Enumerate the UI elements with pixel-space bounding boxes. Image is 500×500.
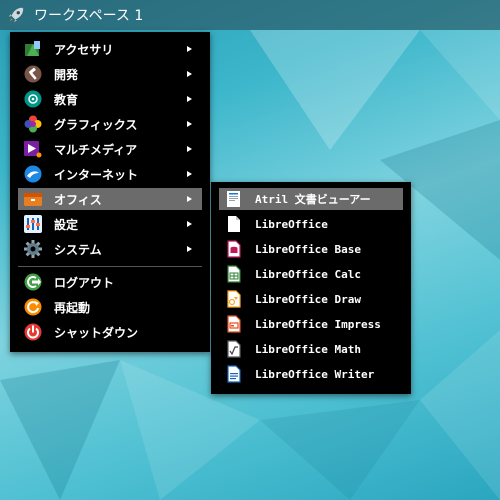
application-menu: アクセサリ 開発 教育 グラフィックス マルチメディア インターネット オフィス… (10, 32, 210, 352)
graphics-icon (24, 115, 42, 133)
libreoffice-impress-icon (227, 315, 241, 333)
menu-item-accessories[interactable]: アクセサリ (18, 38, 202, 60)
submenu-item-libreoffice-draw[interactable]: LibreOffice Draw (219, 288, 403, 310)
submenu-arrow-icon (187, 221, 192, 227)
libreoffice-math-icon (227, 340, 241, 358)
education-icon (24, 90, 42, 108)
office-submenu: Atril 文書ビューアー LibreOffice LibreOffice Ba… (211, 182, 411, 394)
submenu-item-atril[interactable]: Atril 文書ビューアー (219, 188, 403, 210)
libreoffice-draw-icon (227, 290, 241, 308)
submenu-item-libreoffice-math[interactable]: LibreOffice Math (219, 338, 403, 360)
submenu-item-label: LibreOffice Writer (255, 367, 375, 381)
settings-icon (24, 215, 42, 233)
development-icon (24, 65, 42, 83)
submenu-item-label: LibreOffice Impress (255, 317, 381, 331)
restart-icon (24, 298, 42, 316)
submenu-arrow-icon (187, 196, 192, 202)
libreoffice-calc-icon (227, 265, 241, 283)
libreoffice-base-icon (227, 240, 241, 258)
submenu-item-libreoffice-calc[interactable]: LibreOffice Calc (219, 263, 403, 285)
menu-item-development[interactable]: 開発 (18, 63, 202, 85)
internet-icon (24, 165, 42, 183)
logout-icon (24, 273, 42, 291)
menu-item-label: 開発 (54, 67, 79, 82)
menu-item-label: ログアウト (54, 275, 115, 290)
rocket-icon[interactable] (7, 6, 25, 24)
menu-item-label: 教育 (54, 92, 79, 107)
submenu-item-label: LibreOffice (255, 217, 328, 231)
submenu-item-label: LibreOffice Math (255, 342, 361, 356)
menu-item-shutdown[interactable]: シャットダウン (18, 321, 202, 343)
menu-item-office[interactable]: オフィス (18, 188, 202, 210)
libreoffice-writer-icon (227, 365, 241, 383)
menu-item-system[interactable]: システム (18, 238, 202, 260)
menu-item-label: 設定 (54, 217, 79, 232)
accessories-icon (25, 41, 40, 56)
submenu-arrow-icon (187, 96, 192, 102)
menu-item-settings[interactable]: 設定 (18, 213, 202, 235)
menu-separator (18, 266, 202, 267)
power-icon (24, 323, 42, 341)
menu-item-logout[interactable]: ログアウト (18, 271, 202, 293)
menu-item-restart[interactable]: 再起動 (18, 296, 202, 318)
submenu-arrow-icon (187, 246, 192, 252)
submenu-item-label: Atril 文書ビューアー (255, 193, 371, 206)
workspace-label[interactable]: ワークスペース 1 (34, 5, 143, 25)
submenu-arrow-icon (187, 71, 192, 77)
menu-item-label: シャットダウン (54, 325, 139, 340)
submenu-item-libreoffice[interactable]: LibreOffice (219, 213, 403, 235)
office-icon (24, 193, 42, 206)
menu-item-label: 再起動 (54, 300, 91, 315)
submenu-item-libreoffice-base[interactable]: LibreOffice Base (219, 238, 403, 260)
menu-item-multimedia[interactable]: マルチメディア (18, 138, 202, 160)
top-panel: ワークスペース 1 (0, 0, 500, 30)
submenu-item-label: LibreOffice Calc (255, 267, 361, 281)
document-viewer-icon (227, 191, 240, 207)
menu-item-internet[interactable]: インターネット (18, 163, 202, 185)
submenu-item-libreoffice-writer[interactable]: LibreOffice Writer (219, 363, 403, 385)
menu-item-graphics[interactable]: グラフィックス (18, 113, 202, 135)
menu-item-label: マルチメディア (54, 142, 138, 157)
menu-item-label: オフィス (54, 192, 102, 207)
submenu-arrow-icon (187, 171, 192, 177)
submenu-arrow-icon (187, 146, 192, 152)
gear-icon (24, 240, 42, 258)
menu-item-label: インターネット (54, 167, 139, 182)
submenu-item-libreoffice-impress[interactable]: LibreOffice Impress (219, 313, 403, 335)
submenu-item-label: LibreOffice Base (255, 242, 361, 256)
submenu-item-label: LibreOffice Draw (255, 292, 361, 306)
multimedia-icon (24, 141, 42, 158)
menu-item-education[interactable]: 教育 (18, 88, 202, 110)
submenu-arrow-icon (187, 121, 192, 127)
menu-item-label: アクセサリ (54, 42, 114, 57)
menu-item-label: グラフィックス (54, 117, 138, 132)
libreoffice-icon (228, 216, 240, 232)
menu-item-label: システム (54, 242, 102, 257)
submenu-arrow-icon (187, 46, 192, 52)
